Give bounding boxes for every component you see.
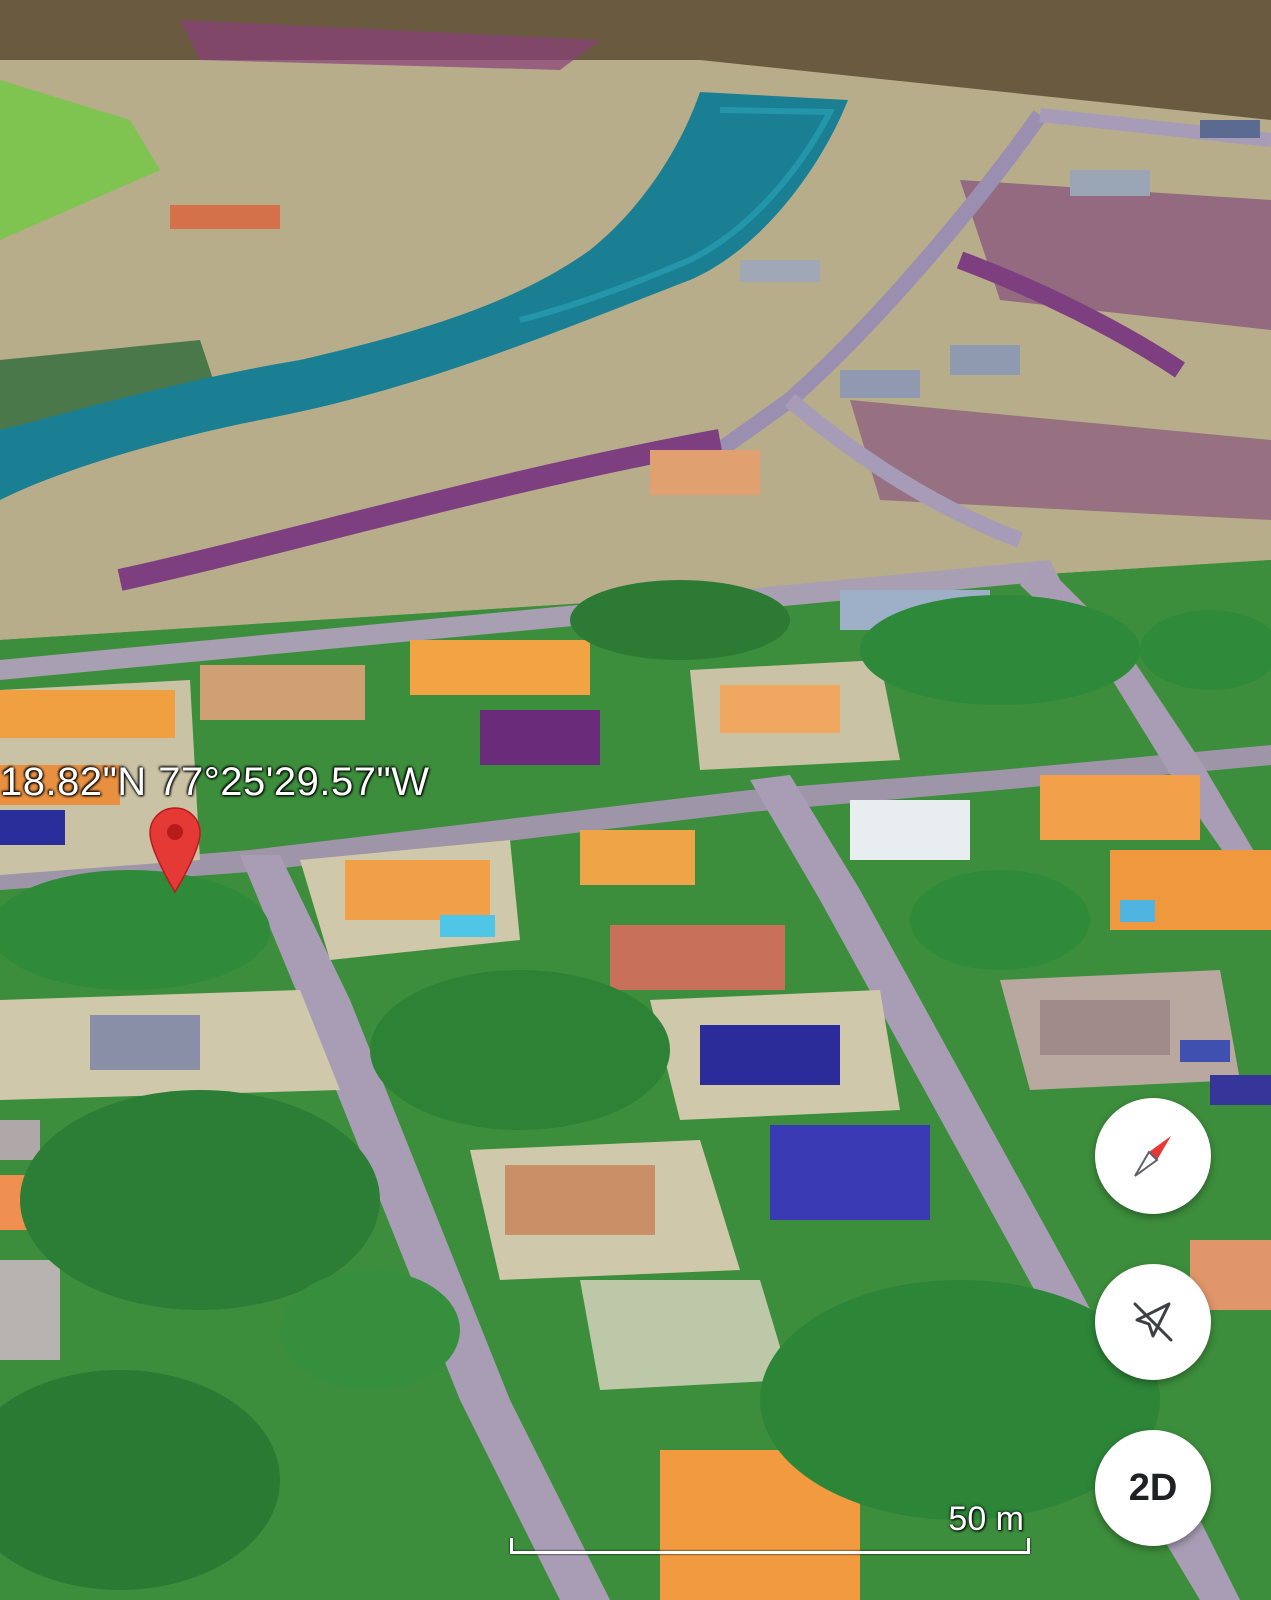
scale-bar: 50 m (510, 1500, 1032, 1560)
2d-mode-button[interactable]: 2D (1095, 1430, 1211, 1546)
location-pin-icon[interactable] (148, 806, 202, 894)
scale-label: 50 m (948, 1500, 1024, 1538)
compass-icon (1134, 1136, 1171, 1177)
compass-button[interactable] (1095, 1098, 1211, 1214)
tilt-off-icon (1133, 1302, 1173, 1342)
scale-ruler (510, 1538, 1030, 1554)
2d-mode-label: 2D (1128, 1466, 1178, 1509)
tilt-toggle-button[interactable] (1095, 1264, 1211, 1380)
coordinate-label: 18.82"N 77°25'29.57"W (0, 760, 430, 804)
